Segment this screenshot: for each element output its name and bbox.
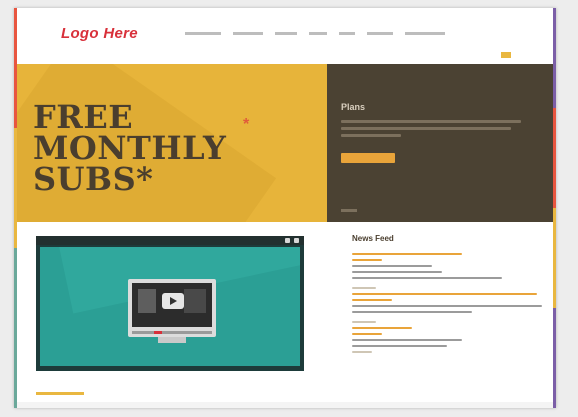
main-nav [185,32,445,35]
hero-headline-line3: SUBS* [33,160,154,198]
news-item[interactable] [352,253,542,279]
plans-title: Plans [341,102,366,112]
monitor-stand [158,337,186,343]
browser-page: Logo Here FREE MONTHLY SUBS* * Plans New… [14,8,556,408]
site-header: Logo Here [17,8,553,64]
nav-item-7[interactable] [405,32,445,35]
nav-item-home[interactable] [185,32,221,35]
hero-star-mark: * [243,116,250,133]
news-feed-title: News Feed [352,234,394,243]
video-progress-bar[interactable] [132,331,212,334]
hero-banner[interactable]: FREE MONTHLY SUBS* * [17,64,327,222]
plans-footer-link[interactable] [341,209,357,212]
video-progress-marker [154,331,162,334]
plans-panel: Plans [327,64,553,222]
video-screen [40,247,300,366]
plans-description [341,120,521,141]
nav-item-6[interactable] [367,32,393,35]
nav-item-4[interactable] [309,32,327,35]
video-caption-link[interactable] [36,392,84,395]
news-item[interactable] [352,321,542,353]
page-bottom [17,402,553,408]
news-item[interactable] [352,287,542,313]
nav-active-marker [501,52,511,58]
video-fullscreen-icon[interactable] [294,238,299,243]
monitor-illustration [128,279,216,337]
video-player[interactable] [36,236,304,371]
nav-item-2[interactable] [233,32,263,35]
news-feed: News Feed [352,234,542,361]
nav-item-3[interactable] [275,32,297,35]
video-toolbar [36,236,304,245]
site-logo[interactable]: Logo Here [61,25,138,42]
plans-button[interactable] [341,153,395,163]
video-share-icon[interactable] [285,238,290,243]
right-color-stripe [553,8,556,408]
nav-item-5[interactable] [339,32,355,35]
play-button[interactable] [162,293,184,309]
